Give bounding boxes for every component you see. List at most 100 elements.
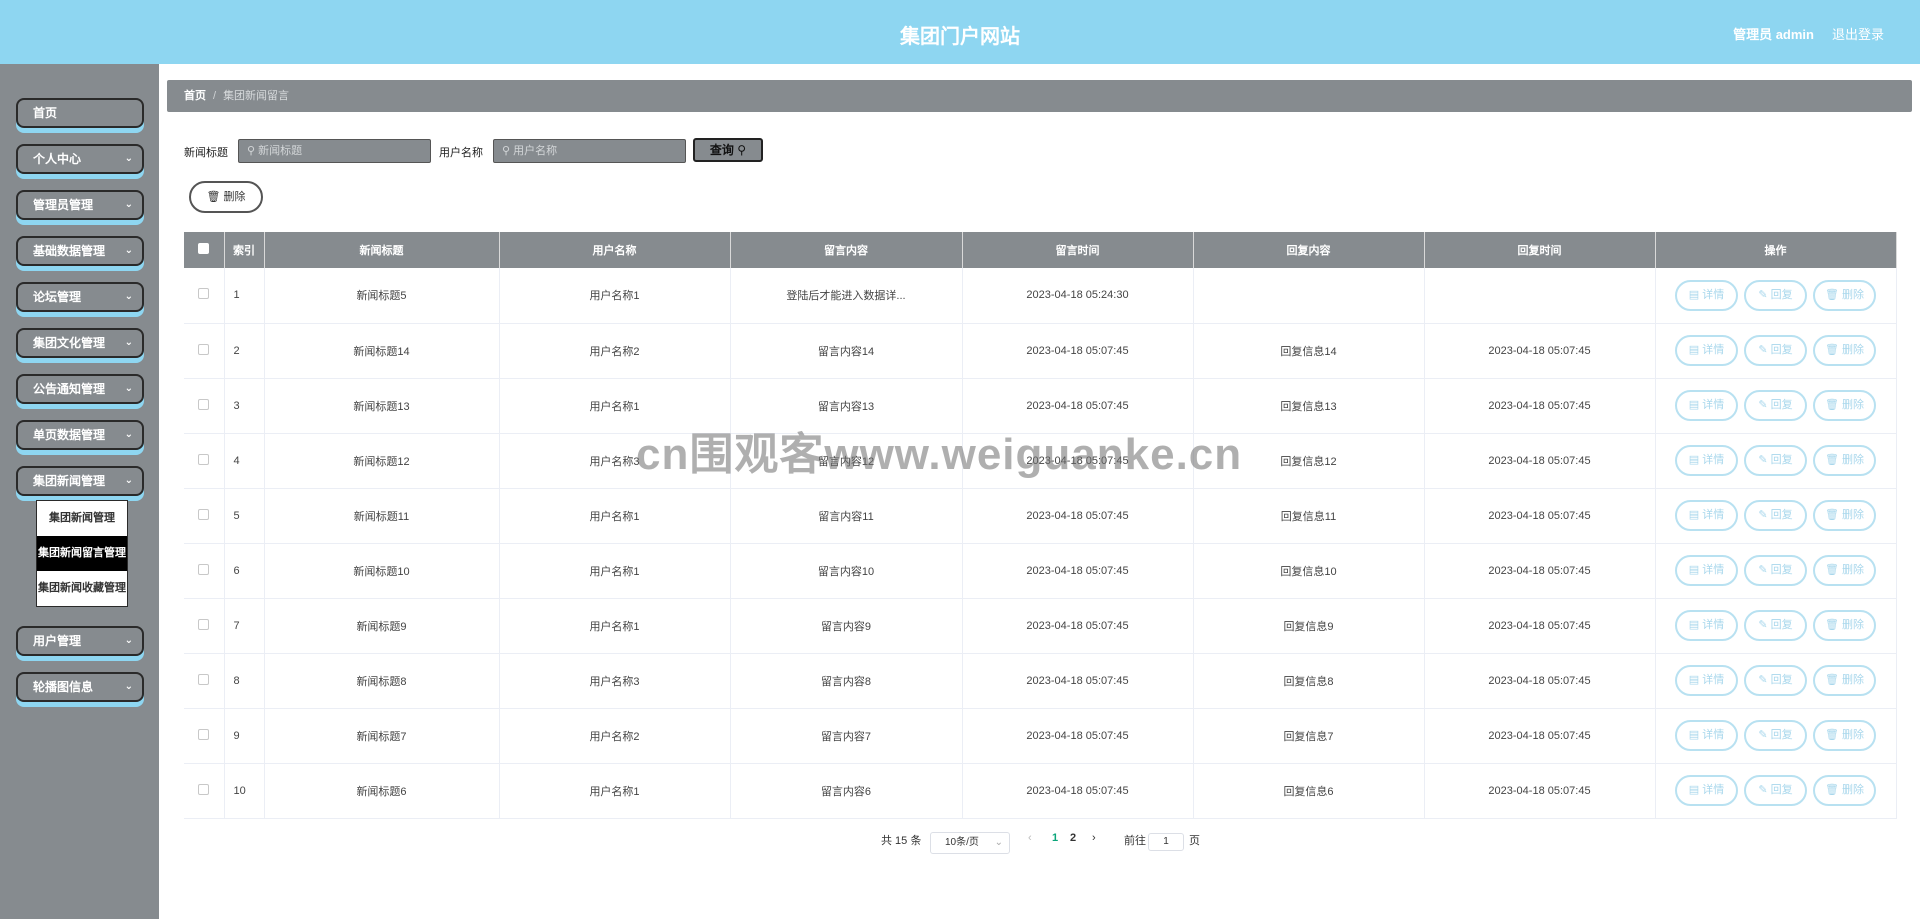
- table-cell: 新闻标题14: [264, 323, 500, 379]
- delete-button[interactable]: 🗑 删除: [1813, 665, 1876, 696]
- row-select-cell[interactable]: [184, 653, 225, 709]
- delete-button[interactable]: 🗑 删除: [1813, 720, 1876, 751]
- sidebar-item[interactable]: 论坛管理 ⌄: [16, 282, 144, 312]
- action-label: 删除: [1842, 454, 1865, 466]
- prev-page-icon[interactable]: ‹: [1028, 832, 1032, 844]
- sidebar-item[interactable]: 公告通知管理 ⌄: [16, 374, 144, 404]
- batch-delete-button[interactable]: 🗑 删除: [189, 181, 263, 213]
- page-size-select[interactable]: 10条/页 ⌄: [930, 832, 1010, 854]
- sidebar-item[interactable]: 单页数据管理 ⌄: [16, 420, 144, 450]
- sidebar-item[interactable]: 首页: [16, 98, 144, 128]
- row-select-cell[interactable]: [184, 763, 225, 819]
- row-select-cell[interactable]: [184, 708, 225, 764]
- submenu-item-news-favorites[interactable]: 集团新闻收藏管理: [37, 571, 127, 606]
- delete-button[interactable]: 🗑 删除: [1813, 555, 1876, 586]
- table-header-row: 索引 新闻标题 用户名称 留言内容 留言时间 回复内容 回复时间 操作: [184, 232, 1897, 268]
- delete-button[interactable]: 🗑 删除: [1813, 390, 1876, 421]
- reply-button[interactable]: ✎ 回复: [1744, 720, 1807, 751]
- title-search-input[interactable]: ⚲ 新闻标题: [238, 139, 431, 163]
- row-checkbox[interactable]: [198, 288, 210, 300]
- breadcrumb-home[interactable]: 首页: [184, 90, 206, 102]
- submenu-item-news-comments[interactable]: 集团新闻留言管理: [37, 536, 127, 571]
- reply-button[interactable]: ✎ 回复: [1744, 445, 1807, 476]
- page-number-1[interactable]: 1: [1052, 832, 1058, 844]
- sidebar-item-label: 个人中心: [33, 152, 82, 166]
- row-select-cell[interactable]: [184, 488, 225, 544]
- row-checkbox[interactable]: [198, 673, 210, 685]
- sidebar-item[interactable]: 集团新闻管理 ⌄: [16, 466, 144, 496]
- reply-button[interactable]: ✎ 回复: [1744, 555, 1807, 586]
- detail-button[interactable]: ▤ 详情: [1675, 555, 1738, 586]
- edit-icon: ✎: [1758, 674, 1771, 686]
- table-cell: 2023-04-18 05:07:45: [962, 543, 1194, 599]
- detail-button[interactable]: ▤ 详情: [1675, 445, 1738, 476]
- detail-button[interactable]: ▤ 详情: [1675, 335, 1738, 366]
- delete-button[interactable]: 🗑 删除: [1813, 500, 1876, 531]
- reply-button[interactable]: ✎ 回复: [1744, 500, 1807, 531]
- table-cell: 留言内容13: [730, 378, 963, 434]
- sidebar-item[interactable]: 用户管理 ⌄: [16, 626, 144, 656]
- delete-button[interactable]: 🗑 删除: [1813, 279, 1876, 311]
- row-checkbox[interactable]: [198, 398, 210, 410]
- row-checkbox[interactable]: [198, 563, 210, 575]
- detail-button[interactable]: ▤ 详情: [1675, 390, 1738, 421]
- row-actions-cell: ▤ 详情 ✎ 回复 🗑 删除: [1655, 488, 1897, 544]
- row-select-cell[interactable]: [184, 268, 225, 324]
- doc-icon: ▤: [1688, 509, 1703, 521]
- table-cell: 2023-04-18 05:07:45: [1424, 598, 1656, 654]
- page-size-value: 10条/页: [945, 837, 979, 848]
- table-cell: 用户名称1: [499, 378, 731, 434]
- sidebar-item[interactable]: 基础数据管理 ⌄: [16, 236, 144, 266]
- row-checkbox[interactable]: [198, 728, 210, 740]
- row-select-cell[interactable]: [184, 543, 225, 599]
- reply-button[interactable]: ✎ 回复: [1744, 665, 1807, 696]
- row-checkbox[interactable]: [198, 618, 210, 630]
- select-all-checkbox[interactable]: [198, 243, 210, 254]
- row-select-cell[interactable]: [184, 378, 225, 434]
- table-cell: 2023-04-18 05:07:45: [962, 378, 1194, 434]
- goto-page-input[interactable]: 1: [1148, 833, 1184, 851]
- column-header: 操作: [1655, 232, 1897, 268]
- user-search-input[interactable]: ⚲ 用户名称: [493, 139, 686, 163]
- row-select-cell[interactable]: [184, 323, 225, 379]
- table-cell: 2023-04-18 05:07:45: [1424, 763, 1656, 819]
- table-cell: 2023-04-18 05:07:45: [962, 598, 1194, 654]
- table-row: 1 新闻标题5 用户名称1 登陆后才能进入数据详... 2023-04-18 05:24…: [184, 268, 1897, 324]
- detail-button[interactable]: ▤ 详情: [1675, 720, 1738, 751]
- row-select-cell[interactable]: [184, 433, 225, 489]
- reply-button[interactable]: ✎ 回复: [1744, 335, 1807, 366]
- delete-button[interactable]: 🗑 删除: [1813, 610, 1876, 641]
- delete-button[interactable]: 🗑 删除: [1813, 335, 1876, 366]
- sidebar-item[interactable]: 管理员管理 ⌄: [16, 190, 144, 220]
- logout-link[interactable]: 退出登录: [1832, 24, 1884, 43]
- detail-button[interactable]: ▤ 详情: [1675, 610, 1738, 641]
- delete-button[interactable]: 🗑 删除: [1813, 775, 1876, 806]
- next-page-icon[interactable]: ›: [1092, 832, 1096, 844]
- sidebar-item[interactable]: 个人中心 ⌄: [16, 144, 144, 174]
- row-checkbox[interactable]: [198, 508, 210, 520]
- detail-button[interactable]: ▤ 详情: [1675, 500, 1738, 531]
- page-number-2[interactable]: 2: [1070, 832, 1076, 844]
- row-checkbox[interactable]: [198, 453, 210, 465]
- detail-button[interactable]: ▤ 详情: [1675, 279, 1738, 311]
- row-actions-cell: ▤ 详情 ✎ 回复 🗑 删除: [1655, 323, 1897, 379]
- reply-button[interactable]: ✎ 回复: [1744, 610, 1807, 641]
- detail-button[interactable]: ▤ 详情: [1675, 775, 1738, 806]
- delete-button[interactable]: 🗑 删除: [1813, 445, 1876, 476]
- sidebar-item[interactable]: 轮播图信息 ⌄: [16, 672, 144, 702]
- submenu-item-news[interactable]: 集团新闻管理: [37, 501, 127, 536]
- sidebar-item[interactable]: 集团文化管理 ⌄: [16, 328, 144, 358]
- table-cell: 用户名称3: [499, 653, 731, 709]
- reply-button[interactable]: ✎ 回复: [1744, 390, 1807, 421]
- row-select-cell[interactable]: [184, 598, 225, 654]
- row-checkbox[interactable]: [198, 783, 210, 795]
- row-checkbox[interactable]: [198, 343, 210, 355]
- pagination-total: 共 15 条: [881, 835, 922, 847]
- query-button[interactable]: 查询 ⚲: [693, 138, 763, 162]
- table-cell: 留言内容6: [730, 763, 963, 819]
- select-all-cell[interactable]: [184, 232, 225, 268]
- trash-icon: 🗑: [1824, 399, 1843, 411]
- detail-button[interactable]: ▤ 详情: [1675, 665, 1738, 696]
- reply-button[interactable]: ✎ 回复: [1744, 279, 1807, 311]
- reply-button[interactable]: ✎ 回复: [1744, 775, 1807, 806]
